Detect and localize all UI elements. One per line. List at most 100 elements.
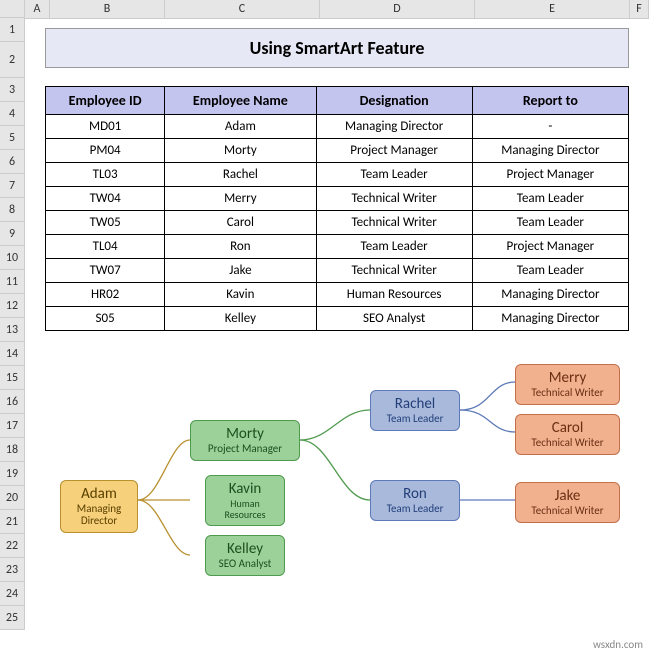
cell-report[interactable]: Project Manager xyxy=(472,235,628,259)
cell-designation[interactable]: Managing Director xyxy=(316,115,472,139)
cell-id[interactable]: TW07 xyxy=(46,259,165,283)
row-head[interactable]: 9 xyxy=(0,222,25,246)
cell-report[interactable]: - xyxy=(472,115,628,139)
node-role: Managing Director xyxy=(67,503,131,527)
employee-table: Employee ID Employee Name Designation Re… xyxy=(45,86,629,331)
row-head[interactable]: 7 xyxy=(0,174,25,198)
watermark: wsxdn.com xyxy=(593,638,643,651)
cell-name[interactable]: Rachel xyxy=(165,163,316,187)
row-head[interactable]: 21 xyxy=(0,510,25,534)
cell-id[interactable]: TL03 xyxy=(46,163,165,187)
row-head[interactable]: 15 xyxy=(0,366,25,390)
node-name: Carol xyxy=(522,420,613,437)
table-header-row: Employee ID Employee Name Designation Re… xyxy=(46,87,629,115)
row-head[interactable]: 22 xyxy=(0,534,25,558)
cell-designation[interactable]: Technical Writer xyxy=(316,211,472,235)
row-head[interactable]: 25 xyxy=(0,606,25,630)
row-head[interactable]: 5 xyxy=(0,126,25,150)
node-role: Technical Writer xyxy=(522,505,613,517)
cell-report[interactable]: Team Leader xyxy=(472,187,628,211)
cell-report[interactable]: Project Manager xyxy=(472,163,628,187)
cell-name[interactable]: Adam xyxy=(165,115,316,139)
table-row: TW04MerryTechnical WriterTeam Leader xyxy=(46,187,629,211)
node-name: Kavin xyxy=(212,481,278,498)
cell-name[interactable]: Kelley xyxy=(165,307,316,331)
cell-designation[interactable]: Human Resources xyxy=(316,283,472,307)
row-head[interactable]: 18 xyxy=(0,438,25,462)
node-adam[interactable]: Adam Managing Director xyxy=(60,480,138,533)
node-carol[interactable]: Carol Technical Writer xyxy=(515,414,620,455)
cell-id[interactable]: S05 xyxy=(46,307,165,331)
node-role: Team Leader xyxy=(377,413,453,425)
cell-designation[interactable]: Project Manager xyxy=(316,139,472,163)
table-row: PM04MortyProject ManagerManaging Directo… xyxy=(46,139,629,163)
node-role: Human Resources xyxy=(212,498,278,520)
row-head[interactable]: 2 xyxy=(0,42,25,78)
node-kavin[interactable]: Kavin Human Resources xyxy=(205,475,285,526)
col-head-d[interactable]: D xyxy=(320,0,475,18)
row-head[interactable]: 1 xyxy=(0,18,25,42)
cell-id[interactable]: PM04 xyxy=(46,139,165,163)
row-head[interactable]: 11 xyxy=(0,270,25,294)
col-head-f[interactable]: F xyxy=(630,0,649,18)
cell-designation[interactable]: Technical Writer xyxy=(316,259,472,283)
cell-designation[interactable]: Team Leader xyxy=(316,163,472,187)
row-head[interactable]: 20 xyxy=(0,486,25,510)
cell-id[interactable]: HR02 xyxy=(46,283,165,307)
cell-name[interactable]: Ron xyxy=(165,235,316,259)
node-morty[interactable]: Morty Project Manager xyxy=(190,420,300,461)
row-head[interactable]: 23 xyxy=(0,558,25,582)
row-head[interactable]: 6 xyxy=(0,150,25,174)
worksheet-area[interactable]: Using SmartArt Feature Employee ID Emplo… xyxy=(25,18,649,331)
row-head[interactable]: 13 xyxy=(0,318,25,342)
cell-report[interactable]: Team Leader xyxy=(472,211,628,235)
cell-report[interactable]: Team Leader xyxy=(472,259,628,283)
header-name[interactable]: Employee Name xyxy=(165,87,316,115)
row-head[interactable]: 24 xyxy=(0,582,25,606)
cell-report[interactable]: Managing Director xyxy=(472,307,628,331)
cell-name[interactable]: Merry xyxy=(165,187,316,211)
row-head[interactable]: 12 xyxy=(0,294,25,318)
node-role: Project Manager xyxy=(197,443,293,455)
cell-report[interactable]: Managing Director xyxy=(472,139,628,163)
node-jake[interactable]: Jake Technical Writer xyxy=(515,482,620,523)
cell-designation[interactable]: Technical Writer xyxy=(316,187,472,211)
node-merry[interactable]: Merry Technical Writer xyxy=(515,364,620,405)
node-role: Technical Writer xyxy=(522,437,613,449)
header-id[interactable]: Employee ID xyxy=(46,87,165,115)
col-head-a[interactable]: A xyxy=(25,0,50,18)
node-ron[interactable]: Ron Team Leader xyxy=(370,480,460,521)
cell-name[interactable]: Kavin xyxy=(165,283,316,307)
row-head[interactable]: 19 xyxy=(0,462,25,486)
node-rachel[interactable]: Rachel Team Leader xyxy=(370,390,460,431)
node-name: Rachel xyxy=(377,396,453,413)
cell-designation[interactable]: Team Leader xyxy=(316,235,472,259)
node-name: Adam xyxy=(67,486,131,503)
cell-id[interactable]: TW05 xyxy=(46,211,165,235)
table-row: TL03RachelTeam LeaderProject Manager xyxy=(46,163,629,187)
node-kelley[interactable]: Kelley SEO Analyst xyxy=(205,535,285,576)
node-role: SEO Analyst xyxy=(212,558,278,570)
row-head[interactable]: 16 xyxy=(0,390,25,414)
row-head[interactable]: 17 xyxy=(0,414,25,438)
cell-name[interactable]: Carol xyxy=(165,211,316,235)
row-head[interactable]: 14 xyxy=(0,342,25,366)
col-head-b[interactable]: B xyxy=(50,0,165,18)
cell-id[interactable]: TW04 xyxy=(46,187,165,211)
smartart-hierarchy[interactable]: Adam Managing Director Morty Project Man… xyxy=(60,370,640,640)
col-head-c[interactable]: C xyxy=(165,0,320,18)
cell-name[interactable]: Jake xyxy=(165,259,316,283)
cell-name[interactable]: Morty xyxy=(165,139,316,163)
row-head[interactable]: 3 xyxy=(0,78,25,102)
cell-designation[interactable]: SEO Analyst xyxy=(316,307,472,331)
cell-report[interactable]: Managing Director xyxy=(472,283,628,307)
header-report[interactable]: Report to xyxy=(472,87,628,115)
row-head[interactable]: 8 xyxy=(0,198,25,222)
row-head[interactable]: 10 xyxy=(0,246,25,270)
header-designation[interactable]: Designation xyxy=(316,87,472,115)
select-all-corner[interactable] xyxy=(0,0,25,18)
cell-id[interactable]: MD01 xyxy=(46,115,165,139)
col-head-e[interactable]: E xyxy=(475,0,630,18)
row-head[interactable]: 4 xyxy=(0,102,25,126)
cell-id[interactable]: TL04 xyxy=(46,235,165,259)
